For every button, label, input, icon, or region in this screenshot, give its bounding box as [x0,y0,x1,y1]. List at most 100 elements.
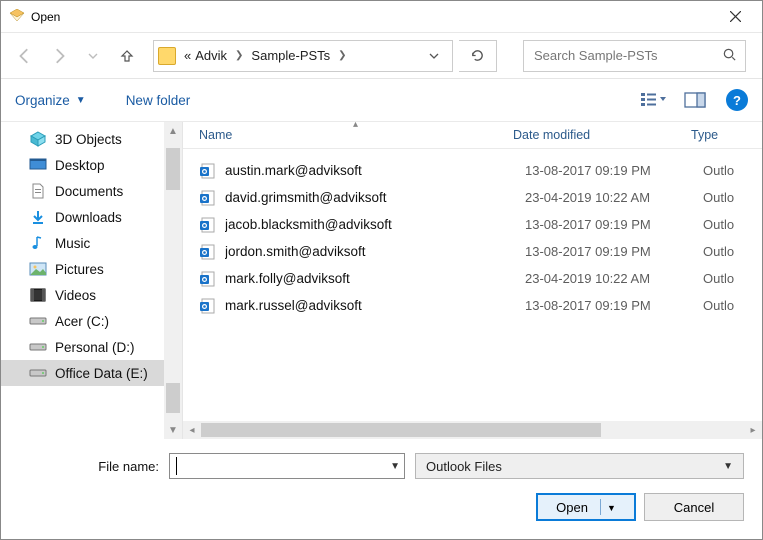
file-date: 13-08-2017 09:19 PM [525,244,703,259]
nav-pane: 3D Objects Desktop Documents Downloads Music… [1,122,183,439]
nav-item[interactable]: Documents [1,178,182,204]
preview-pane-button[interactable] [678,87,712,113]
scroll-right-icon[interactable]: ▸ [744,421,762,439]
pictures-icon [29,261,47,277]
file-name: david.grimsmith@adviksoft [225,190,525,205]
button-row: Open ▼ Cancel [19,493,744,521]
nav-item[interactable]: Videos [1,282,182,308]
file-name: jordon.smith@adviksoft [225,244,525,259]
nav-item-label: Videos [55,288,96,303]
nav-item-label: Pictures [55,262,104,277]
nav-scrollbar[interactable]: ▲ ▼ [164,122,182,439]
nav-item[interactable]: Personal (D:) [1,334,182,360]
file-row[interactable]: david.grimsmith@adviksoft23-04-2019 10:2… [183,184,762,211]
videos-icon [29,287,47,303]
search-box[interactable] [523,40,746,72]
file-type: Outlo [703,271,762,286]
search-icon [722,47,737,65]
sort-indicator-icon: ▴ [353,119,358,130]
file-row[interactable]: austin.mark@adviksoft13-08-2017 09:19 PM… [183,157,762,184]
file-date: 23-04-2019 10:22 AM [525,190,703,205]
file-type: Outlo [703,163,762,178]
breadcrumb-left-chevron[interactable]: « [184,48,191,63]
file-list: austin.mark@adviksoft13-08-2017 09:19 PM… [183,149,762,421]
scroll-down-icon[interactable]: ▼ [164,421,182,439]
nav-item[interactable]: Desktop [1,152,182,178]
nav-item[interactable]: 3D Objects [1,126,182,152]
chevron-down-icon: ▼ [390,461,400,472]
open-dialog: Open « Advik ❯ Sample-PSTs ❯ Organize [0,0,763,540]
file-date: 23-04-2019 10:22 AM [525,271,703,286]
drive-icon [29,313,47,329]
nav-item[interactable]: Music [1,230,182,256]
filetype-filter[interactable]: Outlook Files ▼ [415,453,744,479]
organize-label: Organize [15,93,70,108]
organize-menu[interactable]: Organize ▼ [15,93,86,108]
scroll-thumb[interactable] [166,383,180,413]
pst-file-icon [199,270,217,288]
filename-combo[interactable]: ▼ [169,453,405,479]
file-date: 13-08-2017 09:19 PM [525,163,703,178]
nav-item-label: Personal (D:) [55,340,135,355]
chevron-down-icon: ▼ [607,503,616,513]
file-type: Outlo [703,217,762,232]
address-dropdown[interactable] [422,51,446,61]
file-name: mark.russel@adviksoft [225,298,525,313]
nav-item-label: Desktop [55,158,105,173]
scroll-thumb[interactable] [166,148,180,190]
nav-item[interactable]: Pictures [1,256,182,282]
toolbar: Organize ▼ New folder ? [1,79,762,121]
chevron-down-icon: ▼ [76,95,86,106]
file-date: 13-08-2017 09:19 PM [525,217,703,232]
cancel-button[interactable]: Cancel [644,493,744,521]
window-title: Open [31,10,60,24]
column-type[interactable]: Type [691,128,762,142]
file-name: austin.mark@adviksoft [225,163,525,178]
file-name: jacob.blacksmith@adviksoft [225,217,525,232]
column-name[interactable]: Name [193,128,513,142]
scroll-left-icon[interactable]: ◂ [183,421,201,439]
nav-item-label: Music [55,236,90,251]
recent-dropdown[interactable] [79,42,107,70]
scroll-thumb[interactable] [201,423,601,437]
new-folder-button[interactable]: New folder [126,93,191,108]
drive-icon [29,339,47,355]
nav-item[interactable]: Downloads [1,204,182,230]
column-headers: ▴ Name Date modified Type [183,122,762,149]
view-menu[interactable] [636,87,670,113]
open-button[interactable]: Open ▼ [536,493,636,521]
desktop-icon [29,157,47,173]
file-row[interactable]: mark.russel@adviksoft13-08-2017 09:19 PM… [183,292,762,319]
titlebar: Open [1,1,762,33]
horizontal-scrollbar[interactable]: ◂ ▸ [183,421,762,439]
search-input[interactable] [532,47,722,64]
breadcrumb-advik[interactable]: Advik [195,48,227,63]
scroll-up-icon[interactable]: ▲ [164,122,182,140]
dialog-footer: File name: ▼ Outlook Files ▼ Open ▼ Canc… [1,439,762,539]
drive-icon [29,365,47,381]
breadcrumb-sample-psts[interactable]: Sample-PSTs [251,48,330,63]
back-button[interactable] [11,42,39,70]
folder-icon [158,47,176,65]
nav-item-label: Office Data (E:) [55,366,148,381]
download-icon [29,209,47,225]
refresh-button[interactable] [459,40,497,72]
file-type: Outlo [703,298,762,313]
forward-button[interactable] [45,42,73,70]
file-row[interactable]: jordon.smith@adviksoft13-08-2017 09:19 P… [183,238,762,265]
address-bar[interactable]: « Advik ❯ Sample-PSTs ❯ [153,40,453,72]
file-row[interactable]: mark.folly@adviksoft23-04-2019 10:22 AMO… [183,265,762,292]
nav-item-label: Documents [55,184,123,199]
nav-item-label: Acer (C:) [55,314,109,329]
pst-file-icon [199,162,217,180]
nav-item[interactable]: Office Data (E:) [1,360,182,386]
help-button[interactable]: ? [726,89,748,111]
cube-icon [29,131,47,147]
nav-item[interactable]: Acer (C:) [1,308,182,334]
pst-file-icon [199,189,217,207]
music-icon [29,235,47,251]
file-row[interactable]: jacob.blacksmith@adviksoft13-08-2017 09:… [183,211,762,238]
column-date[interactable]: Date modified [513,128,691,142]
close-button[interactable] [712,1,758,33]
up-button[interactable] [113,42,141,70]
